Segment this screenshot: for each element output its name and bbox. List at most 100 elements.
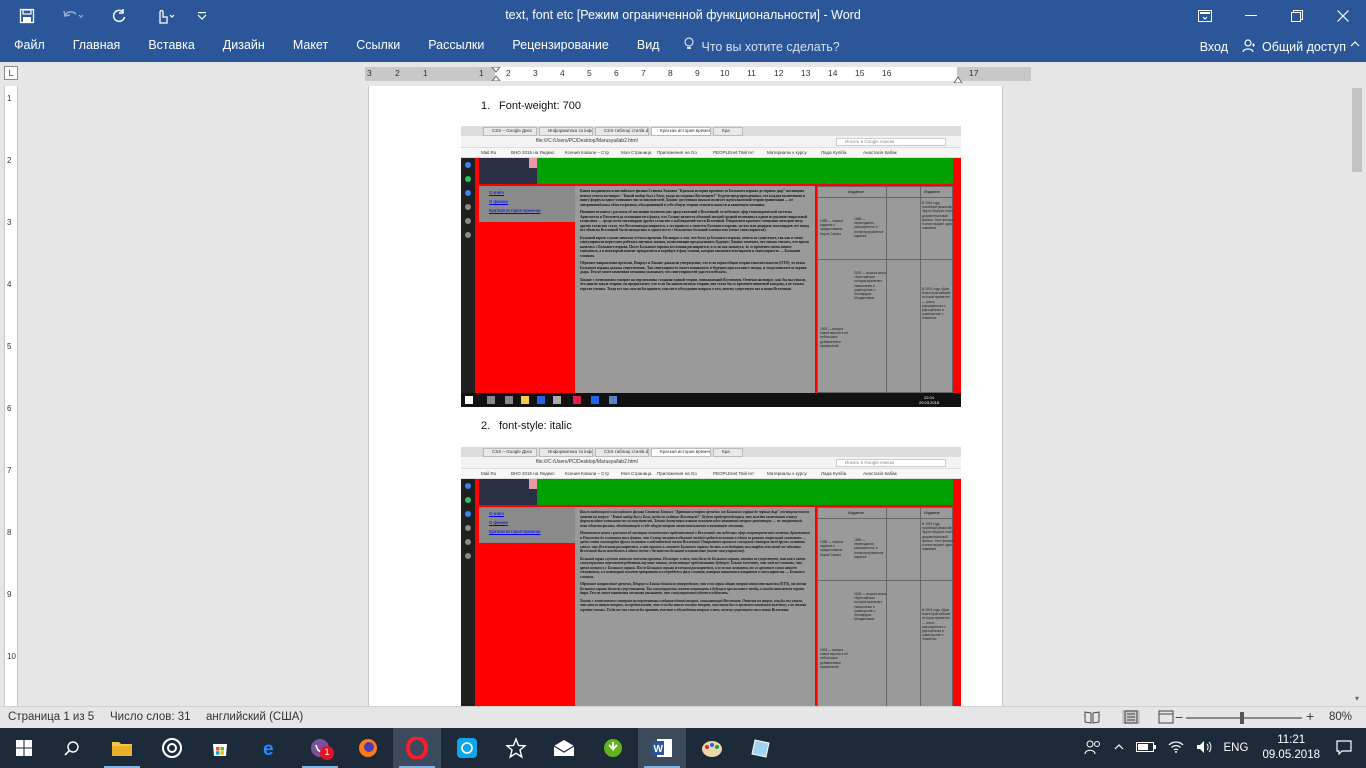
- search-icon[interactable]: [48, 728, 96, 768]
- ruler-number: 8: [668, 68, 673, 78]
- word-count[interactable]: Число слов: 31: [110, 711, 191, 723]
- utorrent-icon[interactable]: [589, 728, 637, 768]
- edge-icon[interactable]: e: [246, 728, 294, 768]
- bookmark: Mail.Ru: [481, 150, 497, 155]
- browser-sidebar: [461, 479, 475, 706]
- volume-icon[interactable]: [1190, 740, 1218, 757]
- tab-mailings[interactable]: Рассылки: [414, 32, 498, 62]
- ruler-number: 10: [720, 68, 730, 78]
- tab-references[interactable]: Ссылки: [342, 32, 414, 62]
- zoom-slider-knob[interactable]: [1240, 712, 1244, 724]
- ruler-number: 2: [506, 68, 511, 78]
- input-language[interactable]: ENG: [1218, 742, 1255, 754]
- table-header: Издание: [848, 189, 864, 194]
- redo-icon[interactable]: [98, 0, 140, 32]
- list-item[interactable]: 1. Font-weight: 700: [481, 100, 581, 112]
- touch-mode-icon[interactable]: [144, 0, 186, 32]
- zoom-out-icon[interactable]: −: [1175, 709, 1183, 725]
- scroll-down-icon[interactable]: ▾: [1351, 694, 1363, 704]
- opera-icon[interactable]: [393, 728, 441, 768]
- ruler-number: 9: [695, 68, 700, 78]
- inner-clock: 22:04 29.03.2018: [918, 395, 939, 405]
- ribbon: Файл Главная Вставка Дизайн Макет Ссылки…: [0, 32, 1366, 62]
- save-icon[interactable]: [6, 0, 48, 32]
- tab-home[interactable]: Главная: [59, 32, 135, 62]
- zoom-slider[interactable]: [1186, 717, 1302, 719]
- battery-icon[interactable]: [1130, 741, 1162, 755]
- ruler-number: 6: [614, 68, 619, 78]
- indent-marker-icon[interactable]: [490, 66, 502, 84]
- notes-icon[interactable]: [737, 728, 785, 768]
- tab-layout[interactable]: Макет: [279, 32, 342, 62]
- close-icon[interactable]: [1320, 0, 1366, 32]
- ruler-number: 7: [7, 466, 12, 475]
- zoom-level[interactable]: 80%: [1329, 711, 1352, 723]
- page-paragraph: Обратное направление времени, Пенроуз и …: [580, 582, 807, 595]
- paint-icon[interactable]: [688, 728, 736, 768]
- viber-icon[interactable]: 1: [296, 728, 344, 768]
- lightbulb-icon: [683, 34, 695, 60]
- share-button[interactable]: Общий доступ: [1242, 38, 1346, 56]
- tab-selector[interactable]: L: [4, 66, 18, 80]
- undo-icon[interactable]: [52, 0, 94, 32]
- action-center-icon[interactable]: [1328, 739, 1366, 758]
- file-explorer-icon[interactable]: [98, 728, 146, 768]
- svg-text:W: W: [654, 744, 664, 755]
- camera-app-icon[interactable]: [443, 728, 491, 768]
- vertical-ruler[interactable]: 1 2 3 4 5 6 7 8 9 10: [4, 86, 18, 706]
- page-paragraph: Книга выдающегося английского физика Сти…: [580, 510, 810, 528]
- chevron-up-icon[interactable]: [1350, 37, 1360, 51]
- table-cell: В 2001 году «Дом Книги Кратчайшей истори…: [922, 608, 951, 642]
- list-text: font-style: italic: [499, 420, 572, 432]
- tab-insert[interactable]: Вставка: [134, 32, 208, 62]
- store-icon[interactable]: [196, 728, 244, 768]
- tab-design[interactable]: Дизайн: [209, 32, 279, 62]
- wifi-icon[interactable]: [1162, 740, 1190, 756]
- tab-file[interactable]: Файл: [0, 32, 59, 62]
- nav-link: О книге: [489, 511, 505, 516]
- vertical-scrollbar[interactable]: ▾: [1350, 86, 1364, 706]
- customize-icon[interactable]: [190, 0, 214, 32]
- minimize-icon[interactable]: [1228, 0, 1274, 32]
- document-area[interactable]: 1. Font-weight: 700 CSS – Google Диск Инф…: [20, 86, 1348, 706]
- mail-icon[interactable]: [540, 728, 588, 768]
- tab-view[interactable]: Вид: [623, 32, 674, 62]
- windows-taskbar: e 1 W ENG 11:21 09.05.2018: [0, 728, 1366, 768]
- start-icon[interactable]: [0, 728, 48, 768]
- chevron-up-icon[interactable]: [1108, 742, 1130, 754]
- zoom-in-icon[interactable]: +: [1306, 708, 1314, 724]
- bookmark: Лада Куліба: [821, 150, 847, 155]
- horizontal-ruler[interactable]: 3 2 1 1 2 3 4 5 6 7 8 9 10 11 12 13 14 1…: [365, 66, 1031, 84]
- tell-me-box[interactable]: Что вы хотите сделать?: [673, 32, 849, 62]
- signin-link[interactable]: Вход: [1200, 40, 1228, 54]
- document-page[interactable]: 1. Font-weight: 700 CSS – Google Диск Инф…: [368, 86, 1003, 706]
- nav-link: О физике: [489, 520, 509, 525]
- ribbon-display-options-icon[interactable]: [1182, 0, 1228, 32]
- ruler-row: L 3 2 1 1 2 3 4 5 6 7 8 9 10 11 12 13 14…: [0, 62, 1366, 86]
- nav-link: Краткая история времени: [489, 529, 541, 534]
- embedded-screenshot[interactable]: CSS – Google Диск Информатика та інформ …: [461, 126, 961, 407]
- taskbar-clock[interactable]: 11:21 09.05.2018: [1254, 733, 1328, 763]
- ruler-number: 4: [7, 280, 12, 289]
- scrollbar-thumb[interactable]: [1352, 88, 1362, 172]
- page-count[interactable]: Страница 1 из 5: [8, 711, 94, 723]
- people-icon[interactable]: [1078, 739, 1108, 758]
- word-icon[interactable]: W: [638, 728, 686, 768]
- ruler-number: 4: [560, 68, 565, 78]
- web-layout-icon[interactable]: [1158, 710, 1176, 724]
- read-mode-icon[interactable]: [1084, 710, 1102, 724]
- page-text-block: Книга выдающегося английского физика Сти…: [575, 507, 815, 706]
- star-icon[interactable]: [492, 728, 540, 768]
- language-indicator[interactable]: английский (США): [206, 711, 303, 723]
- print-layout-icon[interactable]: [1122, 710, 1140, 724]
- list-item[interactable]: 2. font-style: italic: [481, 420, 572, 432]
- tab-review[interactable]: Рецензирование: [498, 32, 623, 62]
- bookmark: PEOPLEnet Твій Інт: [713, 471, 755, 476]
- restore-icon[interactable]: [1274, 0, 1320, 32]
- table-cell: 1988 — первое издание с предисловием Кар…: [820, 540, 844, 557]
- firefox-icon[interactable]: [344, 728, 392, 768]
- embedded-screenshot[interactable]: CSS – Google Диск Информатика та інформ …: [461, 447, 961, 706]
- chrome-icon[interactable]: [148, 728, 196, 768]
- webpage-content: О книге О физике Краткая история времени…: [475, 479, 961, 706]
- right-indent-marker-icon[interactable]: [953, 72, 963, 86]
